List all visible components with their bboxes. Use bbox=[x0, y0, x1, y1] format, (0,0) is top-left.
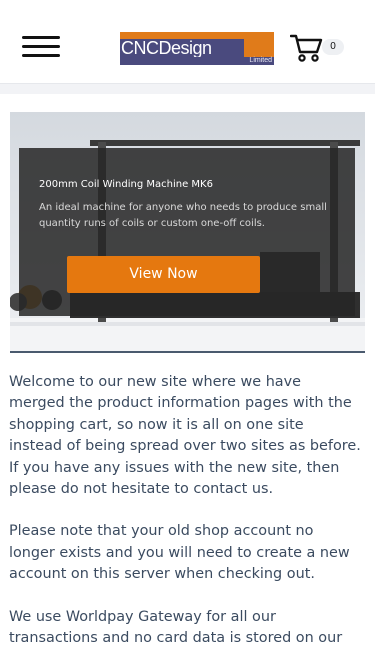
logo-wordmark: CNCDesign bbox=[120, 39, 244, 57]
cart-count-badge[interactable]: 0 bbox=[322, 39, 344, 55]
hero-description: An ideal machine for anyone who needs to… bbox=[39, 202, 327, 229]
logo-limited-text: Limited bbox=[120, 57, 274, 65]
welcome-content: Welcome to our new site where we have me… bbox=[9, 372, 361, 649]
hero-title: 200mm Coil Winding Machine MK6 bbox=[39, 179, 213, 190]
header-divider-band bbox=[0, 84, 375, 94]
hamburger-line-top bbox=[22, 36, 60, 39]
view-now-button[interactable]: View Now bbox=[67, 256, 260, 293]
account-notice-paragraph: Please note that your old shop account n… bbox=[9, 523, 350, 583]
hamburger-line-bottom bbox=[22, 54, 60, 57]
hero-slider: 200mm Coil Winding Machine MK6 An ideal … bbox=[10, 112, 365, 353]
shopping-cart-icon[interactable] bbox=[289, 34, 324, 62]
hamburger-line-middle bbox=[22, 45, 60, 48]
site-logo[interactable]: CNCDesign Limited bbox=[120, 32, 274, 65]
hamburger-menu-icon[interactable] bbox=[22, 36, 62, 60]
logo-orange-block bbox=[244, 39, 274, 57]
payment-notice-paragraph: We use Worldpay Gateway for all our tran… bbox=[9, 608, 343, 647]
site-header: CNCDesign Limited 0 bbox=[0, 0, 375, 84]
welcome-paragraph: Welcome to our new site where we have me… bbox=[9, 374, 361, 455]
contact-paragraph: If you have any issues with the new site… bbox=[9, 459, 340, 498]
cart-svg bbox=[289, 34, 323, 62]
